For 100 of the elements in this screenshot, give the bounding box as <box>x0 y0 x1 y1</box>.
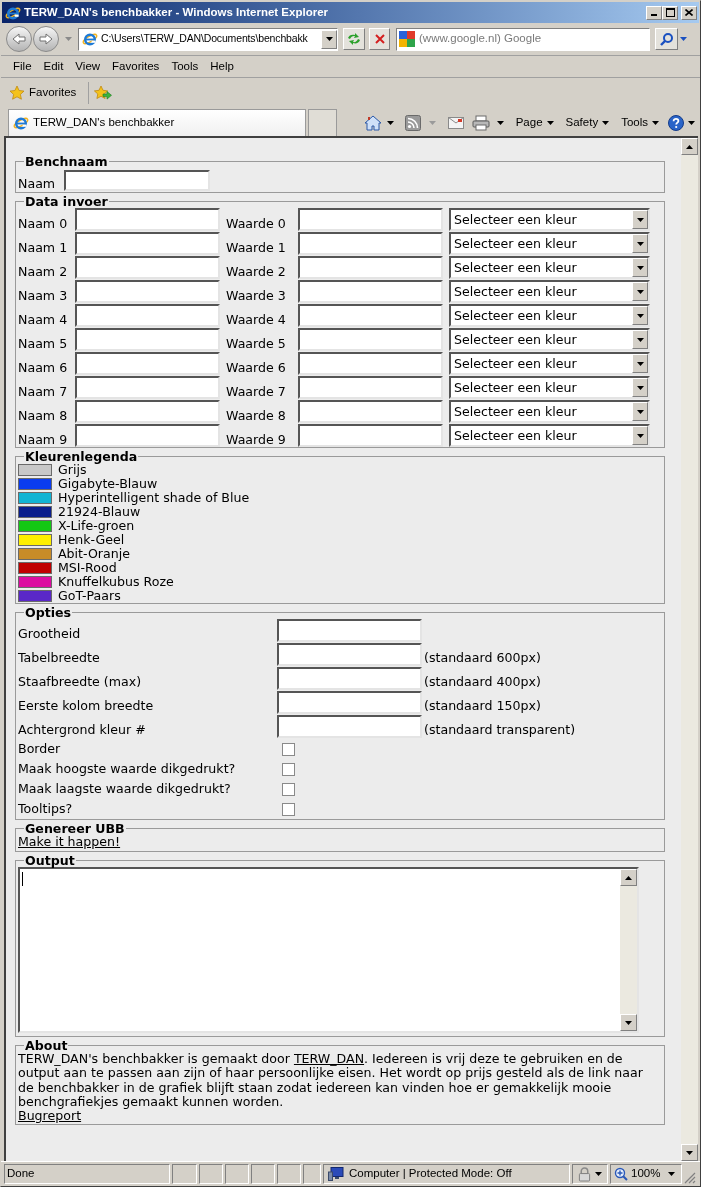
color-select[interactable]: Selecteer een kleur <box>449 328 650 351</box>
color-select[interactable]: Selecteer een kleur <box>449 304 650 327</box>
name-input[interactable] <box>75 304 220 327</box>
scroll-down-button[interactable] <box>620 1014 637 1031</box>
command-menu-button[interactable]: Page <box>515 113 554 132</box>
option-input[interactable] <box>277 667 422 690</box>
help-button[interactable] <box>668 114 695 131</box>
command-menu-button[interactable]: Safety <box>565 113 610 132</box>
scroll-up-button[interactable] <box>681 138 698 155</box>
name-input[interactable] <box>64 170 210 191</box>
color-select[interactable]: Selecteer een kleur <box>449 256 650 279</box>
name-input[interactable] <box>75 424 220 447</box>
color-select[interactable]: Selecteer een kleur <box>449 352 650 375</box>
zoom-button[interactable]: 100% <box>610 1164 682 1184</box>
option-label: Eerste kolom breedte <box>18 698 154 713</box>
menu-item[interactable]: View <box>69 57 107 76</box>
value-input[interactable] <box>298 304 443 327</box>
name-input[interactable] <box>75 232 220 255</box>
back-button[interactable] <box>6 26 32 52</box>
status-panel <box>303 1164 321 1184</box>
search-icon <box>659 32 674 46</box>
security-button[interactable] <box>572 1164 608 1184</box>
value-input[interactable] <box>298 376 443 399</box>
scroll-down-button[interactable] <box>681 1144 698 1161</box>
generate-link[interactable]: Make it happen! <box>18 835 121 850</box>
caret-down-icon <box>636 265 644 270</box>
bugreport-link[interactable]: Bugreport <box>18 1109 82 1124</box>
close-button[interactable] <box>681 5 697 20</box>
menu-item[interactable]: Edit <box>37 57 70 76</box>
status-panel <box>251 1164 275 1184</box>
option-input[interactable] <box>277 691 422 714</box>
color-select[interactable]: Selecteer een kleur <box>449 232 650 255</box>
name-input[interactable] <box>75 376 220 399</box>
caret-down-icon <box>625 1020 632 1025</box>
color-select[interactable]: Selecteer een kleur <box>449 208 650 231</box>
mail-button[interactable] <box>447 116 464 129</box>
option-input[interactable] <box>277 619 422 642</box>
stop-button[interactable] <box>369 28 390 50</box>
stop-icon <box>374 34 385 44</box>
close-icon <box>685 9 693 16</box>
name-input[interactable] <box>75 328 220 351</box>
value-input[interactable] <box>298 400 443 423</box>
option-label: Tabelbreedte <box>18 650 100 665</box>
maximize-button[interactable] <box>662 5 678 20</box>
address-field[interactable]: C:\Users\TERW_DAN\Documents\benchbakk <box>78 27 338 51</box>
address-dropdown-button[interactable] <box>321 29 337 49</box>
name-input[interactable] <box>75 280 220 303</box>
value-input[interactable] <box>298 208 443 231</box>
printer-icon <box>471 114 490 131</box>
color-select[interactable]: Selecteer een kleur <box>449 400 650 423</box>
command-menu-button[interactable]: Tools <box>621 113 659 132</box>
value-input[interactable] <box>298 424 443 447</box>
caret-down-icon <box>386 120 394 125</box>
refresh-button[interactable] <box>343 28 365 50</box>
print-button[interactable] <box>471 114 504 131</box>
color-select[interactable]: Selecteer een kleur <box>449 424 650 447</box>
value-input[interactable] <box>298 352 443 375</box>
padlock-icon <box>578 1166 591 1182</box>
name-input[interactable] <box>75 352 220 375</box>
checkbox[interactable] <box>282 762 295 776</box>
caret-down-icon <box>64 37 72 41</box>
forward-button[interactable] <box>33 26 59 52</box>
caret-down-icon <box>325 37 333 41</box>
feeds-button[interactable] <box>404 114 436 131</box>
color-select[interactable]: Selecteer een kleur <box>449 280 650 303</box>
color-select[interactable]: Selecteer een kleur <box>449 376 650 399</box>
favorites-button[interactable]: Favorites <box>9 81 77 104</box>
caret-down-icon <box>636 409 644 414</box>
color-name: GoT-Paars <box>58 589 121 603</box>
caret-down-icon <box>636 313 644 318</box>
field-label: Waarde 7 <box>226 384 286 399</box>
search-field[interactable]: (www.google.nl) Google <box>396 27 650 51</box>
checkbox[interactable] <box>282 802 295 816</box>
value-input[interactable] <box>298 232 443 255</box>
scroll-up-button[interactable] <box>620 869 637 886</box>
checkbox[interactable] <box>282 742 295 756</box>
caret-down-icon <box>636 433 644 438</box>
search-button[interactable] <box>655 28 678 50</box>
home-button[interactable] <box>363 114 394 131</box>
checkbox[interactable] <box>282 782 295 796</box>
value-input[interactable] <box>298 256 443 279</box>
caret-down-icon <box>652 120 659 125</box>
browser-tab[interactable]: TERW_DAN's benchbakker <box>8 109 306 136</box>
star-icon <box>9 84 25 101</box>
option-label: Tooltips? <box>18 800 73 818</box>
minimize-button[interactable] <box>646 5 662 20</box>
name-input[interactable] <box>75 208 220 231</box>
option-input[interactable] <box>277 715 422 738</box>
value-input[interactable] <box>298 280 443 303</box>
name-input[interactable] <box>75 256 220 279</box>
section-legend: About <box>24 1039 69 1052</box>
name-input[interactable] <box>75 400 220 423</box>
value-input[interactable] <box>298 328 443 351</box>
menu-item[interactable]: Favorites <box>106 57 166 76</box>
menu-item[interactable]: File <box>7 57 38 76</box>
menu-item[interactable]: Tools <box>165 57 205 76</box>
color-name: Henk-Geel <box>58 533 125 547</box>
author-link[interactable]: TERW_DAN <box>293 1051 365 1066</box>
option-input[interactable] <box>277 643 422 666</box>
menu-item[interactable]: Help <box>204 57 240 76</box>
